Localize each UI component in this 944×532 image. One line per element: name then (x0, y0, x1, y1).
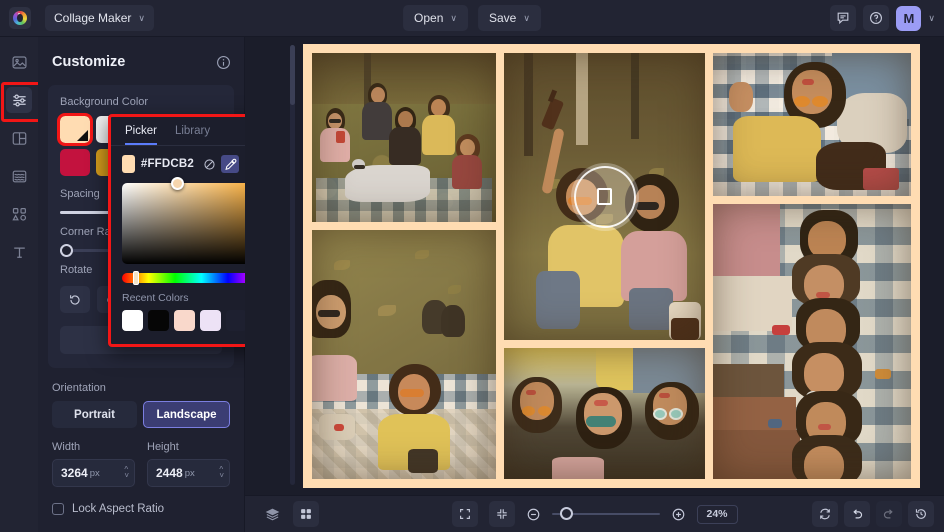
tab-library[interactable]: Library (175, 125, 210, 145)
width-unit: px (89, 467, 100, 479)
redo-icon[interactable] (876, 501, 902, 527)
width-input[interactable]: 3264 px ^ ˅ (52, 459, 135, 487)
collage-cell-2[interactable] (312, 230, 496, 479)
shuffle-refresh-icon[interactable] (812, 501, 838, 527)
collage-cell-5[interactable] (713, 53, 911, 196)
help-circle-icon[interactable] (863, 5, 890, 31)
history-reset-icon[interactable] (908, 501, 934, 527)
app-name-dropdown[interactable]: Collage Maker ∨ (45, 5, 154, 31)
collage-canvas[interactable] (303, 44, 920, 488)
app-root: Collage Maker ∨ Open ∨ Save ∨ M ∨ Custom… (0, 0, 944, 532)
collage-cell-3[interactable] (504, 53, 705, 340)
sidebar-item-image[interactable] (6, 49, 32, 75)
orientation-label: Orientation (52, 382, 106, 394)
rotate-counterclockwise-icon[interactable] (60, 286, 90, 313)
zoom-controls: 24% (451, 501, 738, 527)
app-name-label: Collage Maker (54, 11, 132, 25)
sidebar-item-elements[interactable] (6, 201, 32, 227)
width-column: Width 3264 px ^ ˅ (52, 441, 135, 487)
fit-to-screen-icon[interactable] (488, 501, 515, 527)
height-label: Height (147, 441, 179, 453)
zoom-slider[interactable] (551, 507, 660, 520)
collage-cell-1[interactable] (312, 53, 496, 222)
color-swatch-crimson[interactable] (60, 149, 90, 176)
info-circle-icon[interactable] (216, 55, 231, 70)
collage-column-1 (312, 53, 496, 479)
save-label: Save (489, 11, 517, 25)
orientation-portrait-button[interactable]: Portrait (52, 401, 137, 428)
recent-color-blush[interactable] (174, 310, 195, 331)
height-unit: px (184, 467, 195, 479)
no-color-icon[interactable] (200, 155, 218, 173)
top-bar: Collage Maker ∨ Open ∨ Save ∨ M ∨ (0, 0, 944, 37)
hex-value[interactable]: #FFDCB2 (141, 158, 194, 170)
panel-header: Customize (38, 45, 244, 79)
height-input[interactable]: 2448 px ^ ˅ (147, 459, 230, 487)
tab-picker[interactable]: Picker (125, 125, 157, 145)
zoom-out-icon[interactable] (525, 507, 540, 522)
undo-icon[interactable] (844, 501, 870, 527)
avatar[interactable]: M (896, 5, 922, 31)
recent-color-white[interactable] (122, 310, 143, 331)
file-actions: Open ∨ Save ∨ (403, 5, 541, 31)
history-controls (812, 501, 934, 527)
sidebar-item-customize[interactable] (1, 82, 41, 122)
recent-color-black[interactable] (148, 310, 169, 331)
save-button[interactable]: Save ∨ (478, 5, 541, 31)
chevron-down-icon: ∨ (450, 12, 457, 23)
width-value: 3264 (61, 466, 88, 480)
sidebar-item-layout[interactable] (6, 125, 32, 151)
collage-column-2 (504, 53, 705, 479)
background-color-label: Background Color (60, 96, 149, 108)
page-title: Customize (52, 54, 126, 70)
bottom-toolbar: 24% (245, 495, 944, 532)
collage-column-3 (713, 53, 911, 479)
collage-cell-6[interactable] (713, 204, 911, 479)
open-label: Open (414, 11, 444, 25)
sidebar-item-background[interactable] (6, 163, 32, 189)
lock-aspect-ratio-row[interactable]: Lock Aspect Ratio (52, 503, 230, 515)
recent-color-darkblue[interactable] (226, 310, 247, 331)
canvas-scrollbar[interactable] (290, 45, 295, 485)
height-column: Height 2448 px ^ ˅ (147, 441, 230, 487)
eyedropper-icon[interactable] (221, 155, 239, 173)
lock-aspect-ratio-checkbox[interactable] (52, 503, 64, 515)
width-stepper[interactable]: ^ ˅ (124, 466, 129, 480)
zoom-level-display[interactable]: 24% (696, 504, 738, 524)
width-label: Width (52, 441, 81, 453)
recent-color-lavender[interactable] (200, 310, 221, 331)
orientation-section: Orientation Portrait Landscape Width 326… (52, 382, 230, 515)
left-tool-rail (0, 37, 41, 532)
chat-bubble-icon[interactable] (830, 5, 857, 31)
dimensions-row: Width 3264 px ^ ˅ Height 2448 px ^ ˅ (52, 441, 230, 487)
current-color-swatch[interactable] (122, 155, 135, 173)
chevron-down-icon: ∨ (523, 12, 530, 23)
crop-frame-icon[interactable] (573, 165, 636, 228)
expand-frame-icon[interactable] (451, 501, 478, 527)
bottom-left-group (259, 501, 319, 527)
sidebar-item-text[interactable] (6, 239, 32, 265)
collage-cell-4[interactable] (504, 348, 705, 479)
zoom-in-icon[interactable] (670, 507, 685, 522)
saturation-value-handle[interactable] (171, 177, 185, 190)
canvas-area[interactable] (245, 37, 944, 495)
lock-aspect-ratio-label: Lock Aspect Ratio (72, 503, 165, 515)
chevron-down-icon: ∨ (138, 12, 145, 23)
height-value: 2448 (156, 466, 183, 480)
orientation-landscape-button[interactable]: Landscape (143, 401, 230, 428)
color-swatch-peach[interactable] (57, 113, 93, 146)
bazaart-logo-icon[interactable] (9, 7, 31, 29)
height-stepper[interactable]: ^ ˅ (219, 466, 224, 480)
open-button[interactable]: Open ∨ (403, 5, 468, 31)
account-actions: M ∨ (830, 5, 935, 31)
hue-slider-handle[interactable] (133, 271, 140, 285)
chevron-down-icon[interactable]: ∨ (928, 13, 935, 24)
layers-icon[interactable] (259, 501, 285, 527)
thumbnail-grid-icon[interactable] (293, 501, 319, 527)
orientation-segmented-control: Portrait Landscape (52, 401, 230, 428)
